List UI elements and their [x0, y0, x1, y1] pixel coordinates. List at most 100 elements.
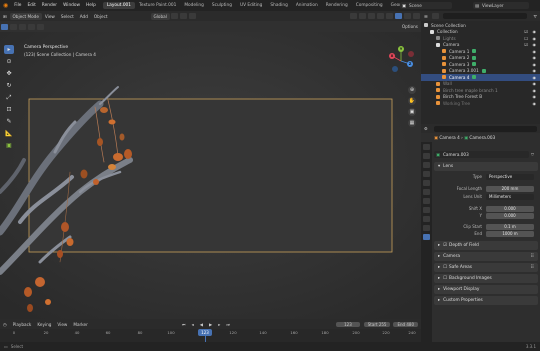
shading-solid-icon[interactable]	[395, 13, 402, 19]
start-frame-field[interactable]: Start 255	[363, 321, 391, 327]
menu-file[interactable]: File	[11, 3, 24, 8]
panel-camera-header[interactable]: ▸ Camera ⠿	[434, 252, 538, 261]
measure-icon[interactable]: 📐	[4, 129, 14, 138]
gizmo-x-axis[interactable]: X	[389, 53, 395, 59]
eye-icon[interactable]: ◉	[533, 42, 537, 47]
menu-edit[interactable]: Edit	[24, 3, 38, 8]
select-mode-new-icon[interactable]	[1, 23, 8, 30]
play-reverse-icon[interactable]: ◀	[197, 321, 206, 328]
prev-keyframe-icon[interactable]: ◂	[189, 321, 197, 328]
end-frame-field[interactable]: End 480	[393, 321, 418, 327]
object-mode-dropdown[interactable]: Object Mode	[9, 12, 42, 20]
gizmo-neg-z[interactable]	[392, 66, 398, 72]
menu-keying[interactable]: Keying	[34, 321, 54, 328]
eye-icon[interactable]: ◉	[533, 101, 537, 106]
tab-output-icon[interactable]	[423, 162, 430, 168]
navigation-gizmo[interactable]: X Y Z	[386, 46, 416, 76]
eye-icon[interactable]: ◉	[533, 49, 537, 54]
shading-wireframe-icon[interactable]	[386, 13, 393, 19]
tab-render-icon[interactable]	[423, 153, 430, 159]
outliner-editor-icon[interactable]: ☰	[421, 13, 431, 20]
tab-camera-data-icon[interactable]	[423, 234, 430, 240]
select-mode-intersect-icon[interactable]	[37, 23, 44, 30]
checkbox-icon[interactable]: ☐	[524, 36, 528, 41]
eye-icon[interactable]: ◉	[533, 36, 537, 41]
shading-rendered-icon[interactable]	[413, 13, 420, 19]
play-icon[interactable]: ▶	[206, 321, 215, 328]
workspace-tab-shading[interactable]: Shading	[266, 2, 291, 9]
select-mode-extend-icon[interactable]	[10, 23, 17, 30]
shift-x-field[interactable]: 0.000	[486, 206, 534, 212]
menu-help[interactable]: Help	[83, 3, 99, 8]
gizmo-z-axis[interactable]: Z	[407, 61, 413, 67]
scene-selector[interactable]: ▣ Scene	[400, 2, 452, 9]
datablock-selector[interactable]: ▣ Camera.003	[434, 151, 529, 158]
workspace-tab-modeling[interactable]: Modeling	[180, 2, 208, 9]
xray-icon[interactable]	[377, 13, 384, 19]
transform-icon[interactable]: ⊡	[4, 105, 14, 114]
eye-icon[interactable]: ◉	[533, 29, 537, 34]
pan-hand-icon[interactable]: ✋	[408, 97, 416, 105]
tab-object-icon[interactable]	[423, 207, 430, 213]
gizmo-y-axis[interactable]: Y	[398, 46, 404, 52]
visibility-icon[interactable]	[350, 13, 357, 19]
jump-start-icon[interactable]: ⏮	[179, 321, 189, 328]
cursor-icon[interactable]: ⊙	[4, 57, 14, 66]
eye-icon[interactable]: ◉	[533, 68, 537, 73]
next-keyframe-icon[interactable]: ▸	[215, 321, 223, 328]
snap-icon[interactable]	[179, 13, 187, 19]
clip-start-field[interactable]: 0.1 m	[486, 224, 534, 230]
properties-search-input[interactable]	[433, 125, 537, 132]
eye-icon[interactable]: ◉	[533, 81, 537, 86]
drag-handle-icon[interactable]: ⠿	[531, 254, 534, 259]
checkbox-icon[interactable]: ☑	[524, 42, 528, 47]
panel-custom-properties-header[interactable]: ▸ Custom Properties	[434, 296, 538, 305]
playhead[interactable]: 123	[198, 329, 212, 336]
proportional-edit-icon[interactable]	[188, 13, 196, 19]
select-box-icon[interactable]: ▸	[4, 45, 14, 54]
workspace-tab-texture-paint[interactable]: Texture Paint.001	[135, 2, 180, 9]
annotate-icon[interactable]: ✎	[4, 117, 14, 126]
blender-logo-icon[interactable]: ◉	[0, 2, 11, 9]
move-icon[interactable]: ✥	[4, 69, 14, 78]
panel-viewport-display-header[interactable]: ▸ Viewport Display	[434, 285, 538, 294]
type-dropdown[interactable]: Perspective	[486, 174, 534, 180]
eye-icon[interactable]: ◉	[533, 88, 537, 93]
menu-add[interactable]: Add	[77, 13, 91, 20]
eye-icon[interactable]: ◉	[533, 94, 537, 99]
tab-world-icon[interactable]	[423, 189, 430, 195]
select-mode-subtract-icon[interactable]	[19, 23, 26, 30]
orientation-dropdown[interactable]: Global	[150, 12, 170, 20]
tab-scene-icon[interactable]	[423, 180, 430, 186]
menu-render[interactable]: Render	[39, 3, 60, 8]
workspace-tab-compositing[interactable]: Compositing	[352, 2, 387, 9]
select-mode-invert-icon[interactable]	[28, 23, 35, 30]
timeline-ruler[interactable]: 0 20 40 60 80 100 120 140 160 180 200 22…	[0, 329, 421, 342]
add-cube-icon[interactable]: ▣	[4, 141, 14, 150]
filter-icon[interactable]: ⛛	[530, 13, 540, 20]
shift-y-field[interactable]: 0.000	[486, 213, 534, 219]
3d-viewport[interactable]: Camera Perspective (123) Scene Collectio…	[0, 32, 421, 319]
tab-constraints-icon[interactable]	[423, 225, 430, 231]
eye-icon[interactable]: ◉	[533, 75, 537, 80]
shading-material-icon[interactable]	[404, 13, 411, 19]
zoom-icon[interactable]: ⊕	[408, 86, 416, 94]
menu-marker[interactable]: Marker	[70, 321, 90, 328]
menu-window[interactable]: Window	[60, 3, 83, 8]
panel-background-images-header[interactable]: ▸ ☐ Background Images	[434, 274, 538, 283]
tab-physics-icon[interactable]	[423, 216, 430, 222]
menu-playback[interactable]: Playback	[10, 321, 35, 328]
outliner-display-mode-icon[interactable]	[431, 13, 439, 19]
timeline-editor-icon[interactable]: ◷	[0, 321, 10, 328]
focal-length-field[interactable]: 200 mm	[486, 186, 534, 192]
menu-select[interactable]: Select	[58, 13, 77, 20]
jump-end-icon[interactable]: ⏭	[223, 321, 233, 328]
current-frame-field[interactable]: 123	[336, 321, 360, 327]
workspace-tab-rendering[interactable]: Rendering	[322, 2, 352, 9]
menu-timeline-view[interactable]: View	[54, 321, 70, 328]
panel-safe-areas-header[interactable]: ▸ ☐ Safe Areas ⠿	[434, 263, 538, 272]
panel-lens-header[interactable]: ▾ Lens	[434, 162, 538, 171]
gizmo-toggle-icon[interactable]	[359, 13, 366, 19]
editor-type-icon[interactable]: ⊞	[0, 13, 10, 20]
view-layer-selector[interactable]: ▤ ViewLayer	[473, 2, 529, 9]
